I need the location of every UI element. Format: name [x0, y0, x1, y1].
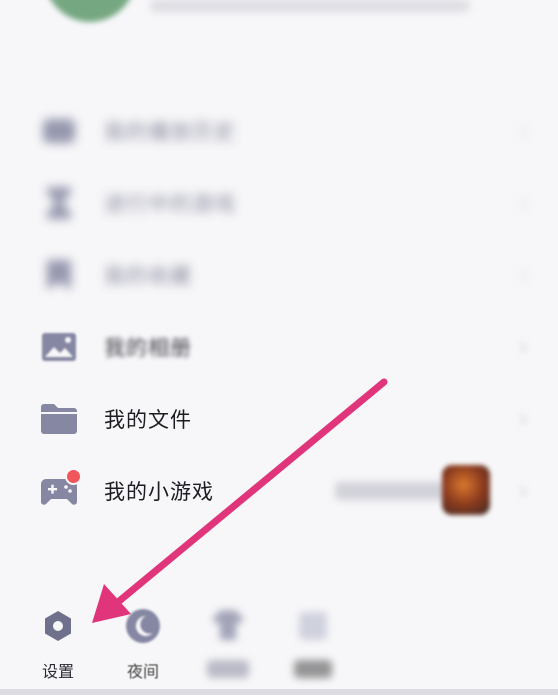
menu-item-label: 我的小游戏	[104, 480, 214, 504]
night-label: 夜间	[126, 662, 159, 681]
chevron-right-icon: ›	[519, 406, 528, 432]
bottom-toolbar: 设置 夜间	[0, 598, 558, 695]
image-icon	[40, 330, 78, 364]
menu-item-label: 我的收藏	[104, 264, 192, 288]
settings-label: 设置	[41, 662, 74, 681]
menu-item-in-progress-game[interactable]: 进行中的游戏 ›	[0, 167, 558, 239]
shirt-icon	[208, 606, 248, 646]
menu-item-label: 我的播放历史	[104, 120, 236, 144]
gamepad-icon	[40, 468, 82, 508]
hourglass-icon	[40, 186, 78, 220]
menu-item-label: 我的文件	[104, 408, 192, 432]
menu-item-label: 我的相册	[104, 336, 192, 360]
chevron-right-icon: ›	[519, 118, 528, 144]
document-icon	[293, 606, 333, 646]
notification-badge	[65, 468, 82, 485]
toolbar-item-4[interactable]	[283, 606, 343, 686]
menu-item-mini-games[interactable]: 我的小游戏 ›	[0, 455, 558, 527]
night-mode-button[interactable]: 夜间	[113, 606, 173, 686]
folder-icon	[40, 402, 78, 436]
bookmark-icon	[40, 258, 78, 292]
toolbar-item-4-label	[294, 660, 332, 678]
game-preview-text	[335, 482, 455, 500]
avatar[interactable]	[44, 0, 136, 22]
menu-item-favorites[interactable]: 我的收藏 ›	[0, 239, 558, 311]
menu-item-files[interactable]: 我的文件 ›	[0, 383, 558, 455]
history-icon	[40, 114, 78, 148]
profile-drawer: 我的播放历史 › 进行中的游戏 › 我的收藏 › 我的相册 › 我的文件 › 我…	[0, 0, 558, 695]
toolbar-item-3-label	[207, 660, 249, 678]
chevron-right-icon: ›	[519, 334, 528, 360]
moon-icon	[123, 606, 163, 646]
chevron-right-icon: ›	[519, 478, 528, 504]
chevron-right-icon: ›	[519, 262, 528, 288]
bottom-divider	[0, 689, 558, 695]
chevron-right-icon: ›	[519, 190, 528, 216]
settings-button[interactable]: 设置	[28, 606, 88, 686]
menu-item-label: 进行中的游戏	[104, 192, 236, 216]
profile-info-blurred	[150, 0, 470, 12]
menu-item-album[interactable]: 我的相册 ›	[0, 311, 558, 383]
menu-list: 我的播放历史 › 进行中的游戏 › 我的收藏 › 我的相册 › 我的文件 › 我…	[0, 95, 558, 527]
toolbar-item-3[interactable]	[198, 606, 258, 686]
menu-item-history[interactable]: 我的播放历史 ›	[0, 95, 558, 167]
settings-icon	[38, 606, 78, 646]
game-thumbnail[interactable]	[442, 465, 490, 515]
